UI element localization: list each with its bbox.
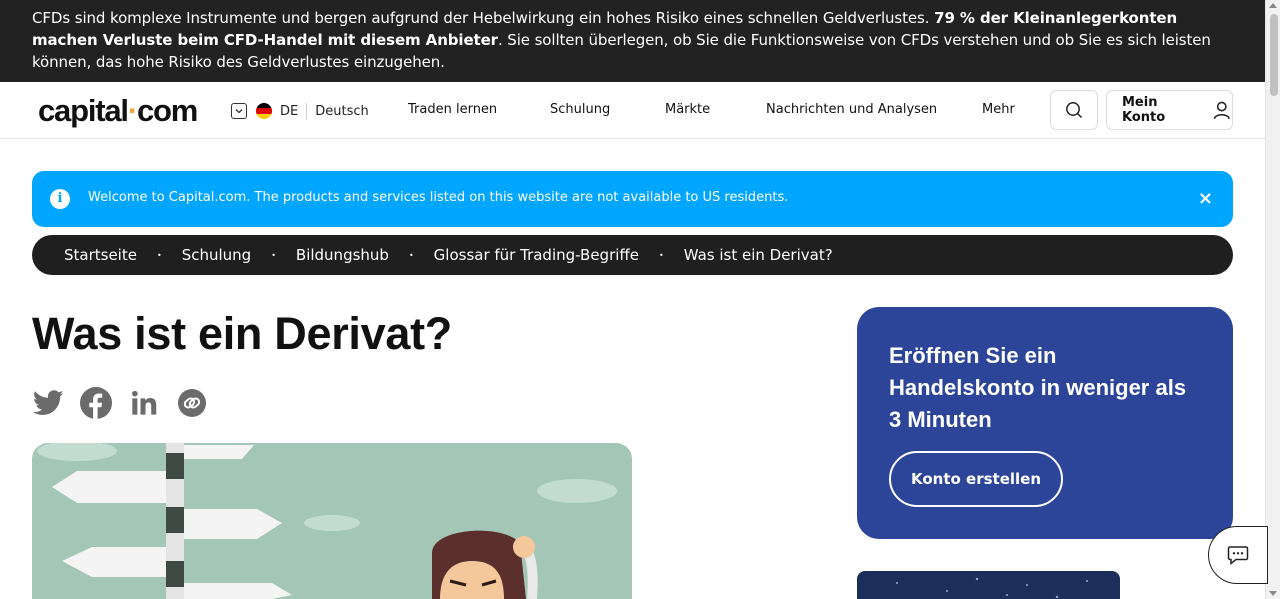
risk-warning-banner: CFDs sind komplexe Instrumente und berge… (0, 0, 1265, 82)
linkedin-share-button[interactable] (128, 387, 160, 419)
nav-nachrichten-analysen[interactable]: Nachrichten und Analysen (766, 102, 937, 117)
close-icon[interactable]: × (1198, 188, 1213, 209)
scroll-thumb[interactable] (1270, 14, 1278, 96)
user-icon (1214, 101, 1231, 120)
twitter-share-button[interactable] (32, 387, 64, 419)
search-icon (1066, 102, 1083, 119)
search-button[interactable] (1050, 90, 1098, 130)
nav-mehr[interactable]: Mehr (982, 102, 1015, 117)
linkedin-icon (132, 390, 157, 415)
risk-text-intro: CFDs sind komplexe Instrumente und berge… (32, 9, 935, 27)
chat-button[interactable] (1208, 526, 1268, 584)
chat-bubble-icon (1227, 546, 1249, 566)
breadcrumb: Startseite • Schulung • Bildungshub • Gl… (32, 235, 1233, 275)
language-name: Deutsch (315, 103, 369, 119)
stars-background-illustration (896, 577, 1088, 599)
signup-promo-card: Eröffnen Sie ein Handelskonto in weniger… (857, 307, 1233, 539)
language-divider (306, 103, 308, 119)
breadcrumb-separator: • (658, 250, 664, 260)
facebook-icon (80, 387, 112, 419)
breadcrumb-separator: • (156, 250, 162, 260)
us-residents-notice: i Welcome to Capital.com. The products a… (32, 171, 1233, 227)
nav-schulung[interactable]: Schulung (550, 102, 610, 117)
language-selector[interactable]: DE Deutsch (231, 101, 369, 121)
language-code: DE (280, 103, 299, 119)
breadcrumb-schulung[interactable]: Schulung (182, 246, 252, 264)
copy-link-button[interactable] (176, 387, 208, 419)
article-hero-illustration (32, 443, 632, 599)
create-account-button[interactable]: Konto erstellen (889, 451, 1063, 507)
breadcrumb-glossar[interactable]: Glossar für Trading-Begriffe (434, 246, 639, 264)
breadcrumb-startseite[interactable]: Startseite (64, 246, 137, 264)
breadcrumb-separator: • (408, 250, 414, 260)
notice-message: Welcome to Capital.com. The products and… (88, 190, 789, 205)
german-flag-icon (256, 103, 272, 119)
signup-card-title: Eröffnen Sie ein Handelskonto in weniger… (889, 343, 1187, 432)
logo-dot: · (127, 93, 138, 128)
page-title: Was ist ein Derivat? (32, 308, 452, 359)
facebook-share-button[interactable] (80, 387, 112, 419)
scroll-down-arrow[interactable] (1269, 591, 1277, 596)
breadcrumb-separator: • (271, 250, 276, 260)
breadcrumb-bildungshub[interactable]: Bildungshub (296, 246, 389, 264)
copy-link-icon (178, 389, 206, 417)
site-header: capital·com DE Deutsch Traden lernen Sch… (0, 82, 1265, 139)
promo-banner-preview[interactable] (857, 571, 1120, 599)
scroll-up-arrow[interactable] (1269, 3, 1277, 8)
page-scrollbar[interactable] (1265, 0, 1280, 599)
nav-traden-lernen[interactable]: Traden lernen (408, 102, 497, 117)
twitter-icon (32, 390, 63, 415)
my-account-button[interactable]: Mein Konto (1106, 90, 1233, 130)
breadcrumb-current-page: Was ist ein Derivat? (683, 246, 833, 264)
info-icon: i (50, 189, 70, 209)
account-label: Mein Konto (1122, 95, 1166, 125)
chevron-down-icon (231, 103, 247, 119)
logo-text-capital: capital (38, 93, 129, 128)
logo-text-com: com (136, 93, 198, 128)
signpost-illustration (37, 443, 617, 599)
capital-logo[interactable]: capital·com (38, 93, 198, 129)
nav-maerkte[interactable]: Märkte (665, 102, 710, 117)
